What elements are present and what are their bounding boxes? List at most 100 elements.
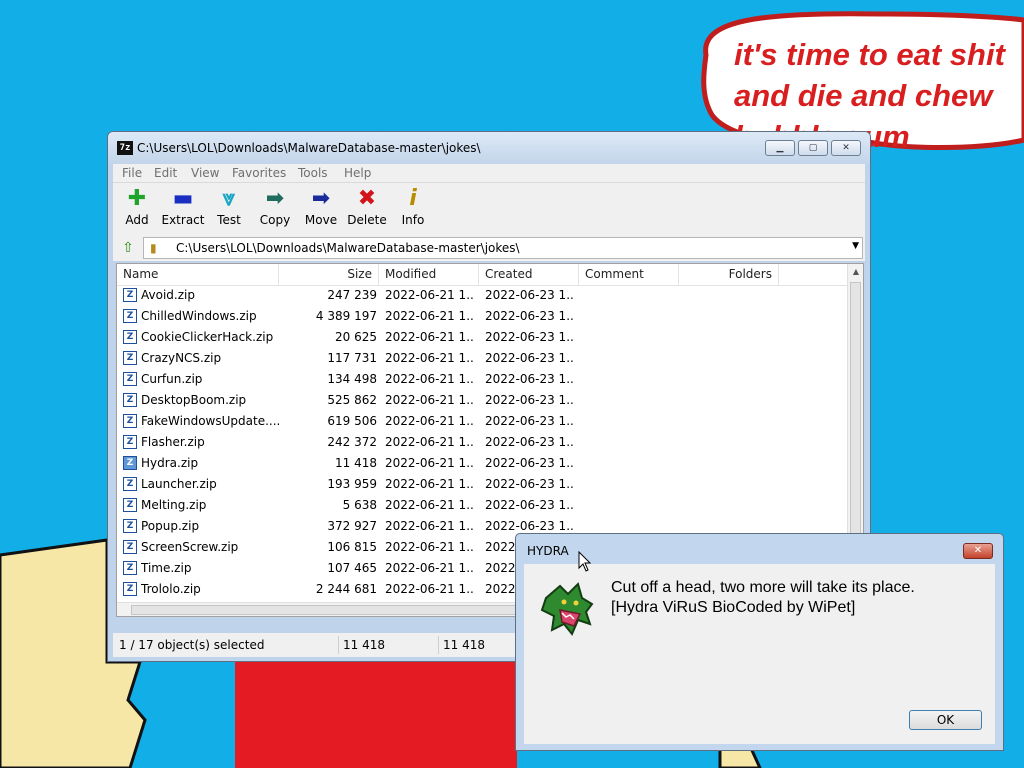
file-size: 106 815	[327, 540, 377, 554]
menu-view[interactable]: View	[191, 166, 219, 180]
arrow-right-icon: ➡	[265, 186, 285, 211]
table-row[interactable]: Z CrazyNCS.zip 117 731 2022-06-21 1... 2022-…	[117, 348, 847, 369]
dialog-message-line-1: Cut off a head, two more will take its p…	[611, 579, 915, 596]
zip-file-icon: Z	[123, 288, 137, 302]
table-row[interactable]: Z Launcher.zip 193 959 2022-06-21 1... 2022-…	[117, 474, 847, 495]
table-row[interactable]: Z DesktopBoom.zip 525 862 2022-06-21 1... 20…	[117, 390, 847, 411]
column-modified[interactable]: Modified	[379, 264, 479, 285]
address-path: C:\Users\LOL\Downloads\MalwareDatabase-m…	[176, 241, 520, 255]
file-modified: 2022-06-21 1...	[385, 519, 475, 533]
file-size: 242 372	[327, 435, 377, 449]
column-comment[interactable]: Comment	[579, 264, 679, 285]
delete-label: Delete	[347, 213, 387, 227]
list-header: Name Size Modified Created Comment Folde…	[117, 264, 847, 286]
file-modified: 2022-06-21 1...	[385, 372, 475, 386]
delete-button[interactable]: ✖ Delete	[344, 185, 390, 233]
file-name: ChilledWindows.zip	[141, 309, 257, 323]
chevron-down-icon[interactable]: ▼	[852, 241, 859, 251]
menu-edit[interactable]: Edit	[154, 166, 177, 180]
column-created[interactable]: Created	[479, 264, 579, 285]
file-created: 2022-06-23 1...	[485, 288, 575, 302]
minus-icon: ▬	[172, 186, 194, 211]
column-folders[interactable]: Folders	[679, 264, 779, 285]
file-modified: 2022-06-21 1...	[385, 498, 475, 512]
table-row[interactable]: Z Curfun.zip 134 498 2022-06-21 1... 2022-06…	[117, 369, 847, 390]
table-row[interactable]: Z FakeWindowsUpdate.... 619 506 2022-06-21 …	[117, 411, 847, 432]
menu-help[interactable]: Help	[344, 166, 371, 180]
file-created: 2022-06-23 1...	[485, 372, 575, 386]
ok-button[interactable]: OK	[909, 710, 982, 730]
table-row[interactable]: Z Avoid.zip 247 239 2022-06-21 1... 2022-06-…	[117, 285, 847, 306]
file-created: 2022-06-23 1...	[485, 330, 575, 344]
zip-file-icon: Z	[123, 456, 137, 470]
file-size: 2 244 681	[315, 582, 377, 596]
file-created: 2022-06-23 1...	[485, 456, 575, 470]
test-button[interactable]: ⩔ Test	[206, 185, 252, 233]
file-name: Melting.zip	[141, 498, 207, 512]
menu-file[interactable]: File	[122, 166, 142, 180]
extract-label: Extract	[161, 213, 205, 227]
address-bar: ⇧ ▮ C:\Users\LOL\Downloads\MalwareDataba…	[113, 235, 865, 261]
speech-line-2: and die and chew	[734, 78, 993, 113]
address-field[interactable]: ▮ C:\Users\LOL\Downloads\MalwareDatabase…	[143, 237, 863, 259]
table-row[interactable]: Z Hydra.zip 11 418 2022-06-21 1... 2022-06-2…	[117, 453, 847, 474]
minimize-button[interactable]: ▁	[765, 140, 795, 156]
zip-file-icon: Z	[123, 372, 137, 386]
file-modified: 2022-06-21 1...	[385, 414, 475, 428]
zip-file-icon: Z	[123, 414, 137, 428]
move-button[interactable]: ➡ Move	[298, 185, 344, 233]
title-bar[interactable]: 7z C:\Users\LOL\Downloads\MalwareDatabas…	[108, 132, 870, 164]
table-row[interactable]: Z CookieClickerHack.zip 20 625 2022-06-21 1…	[117, 327, 847, 348]
speech-line-1: it's time to eat shit	[734, 37, 1005, 72]
add-button[interactable]: ✚ Add	[114, 185, 160, 233]
file-created: 2022-06-23 1...	[485, 309, 575, 323]
menu-tools[interactable]: Tools	[298, 166, 328, 180]
scroll-up-arrow-icon[interactable]: ▲	[848, 264, 863, 280]
file-created: 2022-06-23 1...	[485, 498, 575, 512]
test-label: Test	[217, 213, 241, 227]
file-name: Hydra.zip	[141, 456, 199, 470]
info-button[interactable]: i Info	[390, 185, 436, 233]
column-size[interactable]: Size	[279, 264, 379, 285]
file-size: 117 731	[327, 351, 377, 365]
file-size: 372 927	[327, 519, 377, 533]
table-row[interactable]: Z Flasher.zip 242 372 2022-06-21 1... 2022-0…	[117, 432, 847, 453]
file-name: Trololo.zip	[141, 582, 201, 596]
dialog-title: HYDRA	[527, 544, 569, 558]
table-row[interactable]: Z ChilledWindows.zip 4 389 197 2022-06-21 1…	[117, 306, 847, 327]
file-modified: 2022-06-21 1...	[385, 456, 475, 470]
add-label: Add	[125, 213, 149, 227]
folder-up-icon[interactable]: ⇧	[119, 239, 137, 257]
file-modified: 2022-06-21 1...	[385, 561, 475, 575]
dialog-close-button[interactable]: ✕	[963, 543, 993, 559]
file-size: 4 389 197	[315, 309, 377, 323]
file-modified: 2022-06-21 1...	[385, 582, 475, 596]
file-name: Avoid.zip	[141, 288, 195, 302]
zip-file-icon: Z	[123, 330, 137, 344]
x-icon: ✖	[357, 186, 377, 211]
file-size: 525 862	[327, 393, 377, 407]
copy-button[interactable]: ➡ Copy	[252, 185, 298, 233]
maximize-button[interactable]: ▢	[798, 140, 828, 156]
dialog-body: Cut off a head, two more will take its p…	[524, 564, 995, 744]
menu-favorites[interactable]: Favorites	[232, 166, 286, 180]
file-modified: 2022-06-21 1...	[385, 477, 475, 491]
zip-file-icon: Z	[123, 498, 137, 512]
column-name[interactable]: Name	[117, 264, 279, 285]
close-button[interactable]: ✕	[831, 140, 861, 156]
info-icon: i	[409, 186, 417, 211]
window-title: C:\Users\LOL\Downloads\MalwareDatabase-m…	[137, 141, 481, 155]
file-name: Popup.zip	[141, 519, 200, 533]
file-name: Launcher.zip	[141, 477, 217, 491]
file-modified: 2022-06-21 1...	[385, 393, 475, 407]
file-size: 11 418	[335, 456, 377, 470]
file-name: Time.zip	[141, 561, 192, 575]
file-modified: 2022-06-21 1...	[385, 309, 475, 323]
toolbar: ✚ Add ▬ Extract ⩔ Test ➡ Copy ➡ Move ✖ D…	[113, 182, 865, 235]
extract-button[interactable]: ▬ Extract	[160, 185, 206, 233]
file-created: 2022-06-23 1...	[485, 414, 575, 428]
zip-file-icon: Z	[123, 540, 137, 554]
zip-file-icon: Z	[123, 519, 137, 533]
file-name: CookieClickerHack.zip	[141, 330, 274, 344]
table-row[interactable]: Z Melting.zip 5 638 2022-06-21 1... 2022-06-…	[117, 495, 847, 516]
